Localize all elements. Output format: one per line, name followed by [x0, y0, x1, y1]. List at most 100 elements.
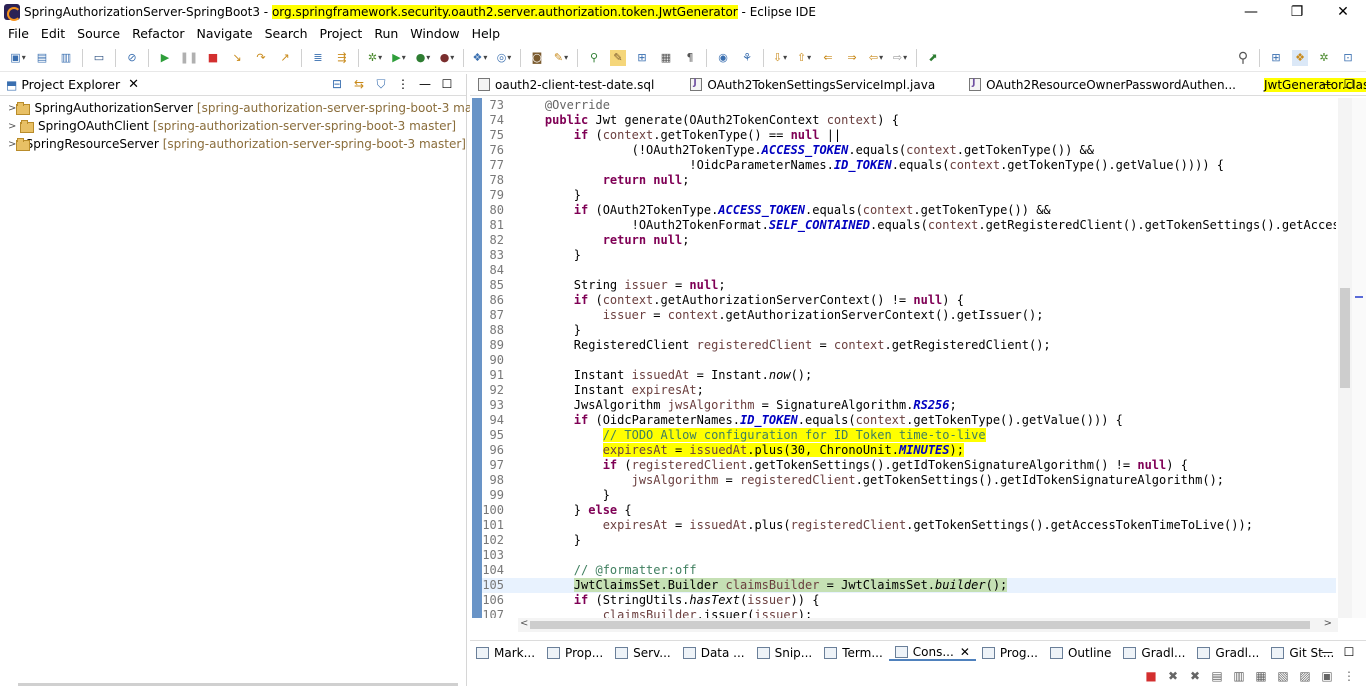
debug-icon[interactable]: ✲: [367, 50, 383, 66]
menu-edit[interactable]: Edit: [35, 26, 71, 41]
step-into-icon[interactable]: ↘: [229, 50, 245, 66]
back-icon[interactable]: ⇦: [868, 50, 884, 66]
step-return-icon[interactable]: ↗: [277, 50, 293, 66]
maximize-view-icon[interactable]: ☐: [436, 77, 458, 92]
code-line[interactable]: 77 !OidcParameterNames.ID_TOKEN.equals(c…: [482, 158, 1336, 173]
code-line[interactable]: 83 }: [482, 248, 1336, 263]
code-line[interactable]: 104 // @formatter:off: [482, 563, 1336, 578]
scroll-thumb[interactable]: [530, 621, 1310, 629]
vertical-scrollbar[interactable]: [1338, 98, 1352, 618]
menu-file[interactable]: File: [2, 26, 35, 41]
tab-gradle-executions[interactable]: Gradl...: [1191, 646, 1265, 660]
toggle-highlight-icon[interactable]: ✎: [610, 49, 626, 66]
code-line[interactable]: 102 }: [482, 533, 1336, 548]
menu-window[interactable]: Window: [404, 26, 465, 41]
coverage-icon[interactable]: ≣: [310, 50, 326, 66]
filter-icon[interactable]: ⛉: [370, 77, 392, 92]
scroll-lock-icon[interactable]: ▥: [1228, 669, 1250, 683]
tab-outline[interactable]: Outline: [1044, 646, 1117, 660]
view-menu-icon[interactable]: ⋮: [392, 77, 414, 92]
scroll-thumb[interactable]: [1340, 288, 1350, 388]
code-line[interactable]: 92 Instant expiresAt;: [482, 383, 1336, 398]
word-wrap-icon[interactable]: ▦: [1250, 669, 1272, 683]
project-explorer-tab[interactable]: ⬒ Project Explorer ✕ ⊟ ⇆ ⛉ ⋮ — ☐: [0, 74, 466, 96]
code-line[interactable]: 95 // TODO Allow configuration for ID To…: [482, 428, 1336, 443]
toggle-mark-occurrences-icon[interactable]: ⚲: [586, 50, 602, 66]
task-list-icon[interactable]: ⚘: [739, 50, 755, 66]
code-line[interactable]: 101 expiresAt = issuedAt.plus(registered…: [482, 518, 1336, 533]
menu-navigate[interactable]: Navigate: [191, 26, 259, 41]
minimize-view-icon[interactable]: —: [414, 77, 436, 92]
code-line[interactable]: 82 return null;: [482, 233, 1336, 248]
run-icon[interactable]: ▶: [391, 50, 407, 66]
view-menu-icon[interactable]: ⋮: [1338, 669, 1360, 683]
code-line-current[interactable]: 105 JwtClaimsSet.Builder claimsBuilder =…: [482, 578, 1336, 593]
pin-editor-icon[interactable]: ⬈: [925, 50, 941, 66]
previous-annotation-icon[interactable]: ⇧: [796, 50, 812, 66]
resume-icon[interactable]: ▶: [157, 50, 173, 66]
code-line[interactable]: 81 !OAuth2TokenFormat.SELF_CONTAINED.equ…: [482, 218, 1336, 233]
tab-markers[interactable]: Mark...: [470, 646, 541, 660]
code-line[interactable]: 103: [482, 548, 1336, 563]
code-line[interactable]: 99 }: [482, 488, 1336, 503]
step-over-icon[interactable]: ↷: [253, 50, 269, 66]
pin-console-icon[interactable]: ▧: [1272, 669, 1294, 683]
remove-all-launches-icon[interactable]: ✖: [1184, 669, 1206, 683]
annotation-marker[interactable]: [1355, 296, 1363, 298]
code-line[interactable]: 87 issuer = context.getAuthorizationServ…: [482, 308, 1336, 323]
suspend-icon[interactable]: ❚❚: [180, 50, 198, 66]
code-line[interactable]: 98 jwsAlgorithm = registeredClient.getTo…: [482, 473, 1336, 488]
editor-tab-sql[interactable]: oauth2-client-test-date.sql: [470, 74, 662, 96]
code-line[interactable]: 106 if (StringUtils.hasText(issuer)) {: [482, 593, 1336, 608]
run-coverage-icon[interactable]: ●: [415, 50, 431, 66]
tab-data-source[interactable]: Data ...: [677, 646, 751, 660]
chevron-right-icon[interactable]: >: [8, 121, 20, 132]
code-line[interactable]: 73 @Override: [482, 98, 1336, 113]
skip-breakpoints-icon[interactable]: ⊘: [124, 50, 140, 66]
tab-servers[interactable]: Serv...: [609, 646, 677, 660]
code-line[interactable]: 80 if (OAuth2TokenType.ACCESS_TOKEN.equa…: [482, 203, 1336, 218]
chevron-right-icon[interactable]: >: [8, 103, 16, 114]
collapse-all-icon[interactable]: ⊟: [326, 77, 348, 92]
maximize-editor-icon[interactable]: ☐: [1338, 77, 1360, 91]
menu-help[interactable]: Help: [466, 26, 507, 41]
menu-source[interactable]: Source: [71, 26, 126, 41]
save-all-icon[interactable]: ▥: [58, 50, 74, 66]
menu-project[interactable]: Project: [314, 26, 369, 41]
terminate-icon[interactable]: ■: [1140, 669, 1162, 683]
java-ee-perspective-icon[interactable]: ⊡: [1340, 50, 1356, 66]
tab-terminal[interactable]: Term...: [818, 646, 889, 660]
code-line[interactable]: 84: [482, 263, 1336, 278]
display-selected-console-icon[interactable]: ▨: [1294, 669, 1316, 683]
editor-tab-resourceowner[interactable]: OAuth2ResourceOwnerPasswordAuthen...: [961, 74, 1244, 96]
horizontal-scrollbar[interactable]: [18, 683, 458, 686]
code-line[interactable]: 94 if (OidcParameterNames.ID_TOKEN.equal…: [482, 413, 1336, 428]
tab-snippets[interactable]: Snip...: [751, 646, 819, 660]
save-icon[interactable]: ▤: [34, 50, 50, 66]
open-perspective-icon[interactable]: ⊞: [1268, 50, 1284, 66]
code-line[interactable]: 107 claimsBuilder.issuer(issuer);: [482, 608, 1336, 618]
tab-progress[interactable]: Prog...: [976, 646, 1044, 660]
code-line[interactable]: 96 expiresAt = issuedAt.plus(30, ChronoU…: [482, 443, 1336, 458]
java-perspective-icon[interactable]: ❖: [1292, 49, 1308, 66]
external-tools-icon[interactable]: ●: [439, 50, 455, 66]
tab-properties[interactable]: Prop...: [541, 646, 609, 660]
globe-icon[interactable]: ◉: [715, 50, 731, 66]
code-line[interactable]: 85 String issuer = null;: [482, 278, 1336, 293]
tree-item-springresourceserver[interactable]: > SpringResourceServer [spring-authoriza…: [0, 135, 466, 153]
minimize-editor-icon[interactable]: —: [1316, 77, 1338, 91]
tree-item-springoauthclient[interactable]: > SpringOAuthClient [spring-authorizatio…: [0, 117, 466, 135]
code-line[interactable]: 89 RegisteredClient registeredClient = c…: [482, 338, 1336, 353]
code-line[interactable]: 100 } else {: [482, 503, 1336, 518]
terminal-icon[interactable]: ▭: [91, 50, 107, 66]
toggle-block-selection-icon[interactable]: ⊞: [634, 50, 650, 66]
close-button[interactable]: ✕: [1320, 0, 1366, 24]
forward-history-icon[interactable]: ⇒: [844, 50, 860, 66]
last-edit-location-icon[interactable]: ⇐: [820, 50, 836, 66]
tab-gradle-tasks[interactable]: Gradl...: [1117, 646, 1191, 660]
restore-button[interactable]: ❐: [1274, 0, 1320, 24]
chevron-right-icon[interactable]: >: [8, 139, 16, 150]
next-annotation-icon[interactable]: ⇩: [772, 50, 788, 66]
clear-console-icon[interactable]: ▤: [1206, 669, 1228, 683]
minimize-button[interactable]: —: [1228, 0, 1274, 24]
